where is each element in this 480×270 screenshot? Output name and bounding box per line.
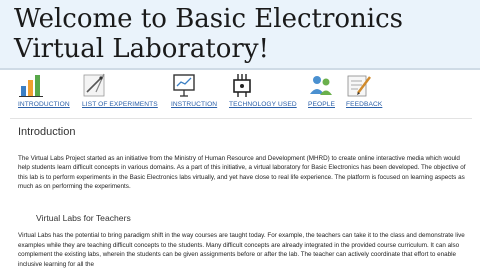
nav-label-technology-used: TECHNOLOGY USED [229, 101, 297, 108]
header-divider [0, 68, 480, 70]
nav-label-instruction: INSTRUCTION [171, 101, 218, 108]
nav-item-feedback[interactable]: FEEDBACK [346, 72, 382, 114]
nav-item-introduction[interactable]: INTRODUCTION [18, 72, 70, 114]
nav-item-instruction[interactable]: INSTRUCTION [171, 72, 217, 114]
nav-label-introduction: INTRODUCTION [18, 101, 70, 108]
nav-label-people: PEOPLE [308, 101, 335, 108]
page-title: Welcome to Basic Electronics Virtual Lab… [14, 4, 404, 64]
feedback-pencil-icon [347, 75, 371, 97]
teachers-paragraph: Virtual Labs has the potential to bring … [18, 232, 465, 268]
nav-item-people[interactable]: PEOPLE [308, 72, 335, 114]
presentation-board-icon [173, 74, 195, 97]
teachers-subheading: Virtual Labs for Teachers [36, 213, 131, 223]
intro-paragraph: The Virtual Labs Project started as an i… [18, 155, 466, 190]
page-header: Welcome to Basic Electronics Virtual Lab… [0, 0, 480, 68]
nav-label-list-of-experiments: LIST OF EXPERIMENTS [82, 101, 158, 108]
bar-chart-icon [18, 72, 44, 98]
content-divider [10, 118, 472, 119]
section-title: Introduction [18, 126, 76, 138]
nav-item-list-of-experiments[interactable]: LIST OF EXPERIMENTS [82, 72, 158, 114]
nav-item-technology-used[interactable]: TECHNOLOGY USED [229, 72, 297, 114]
nav-label-feedback: FEEDBACK [346, 101, 383, 108]
circuit-chip-icon [233, 74, 251, 97]
drafting-compass-icon [83, 73, 105, 97]
top-navigation: INTRODUCTION LIST OF EXPERIMENTS INSTRUC… [0, 72, 480, 114]
people-icon [310, 76, 332, 95]
